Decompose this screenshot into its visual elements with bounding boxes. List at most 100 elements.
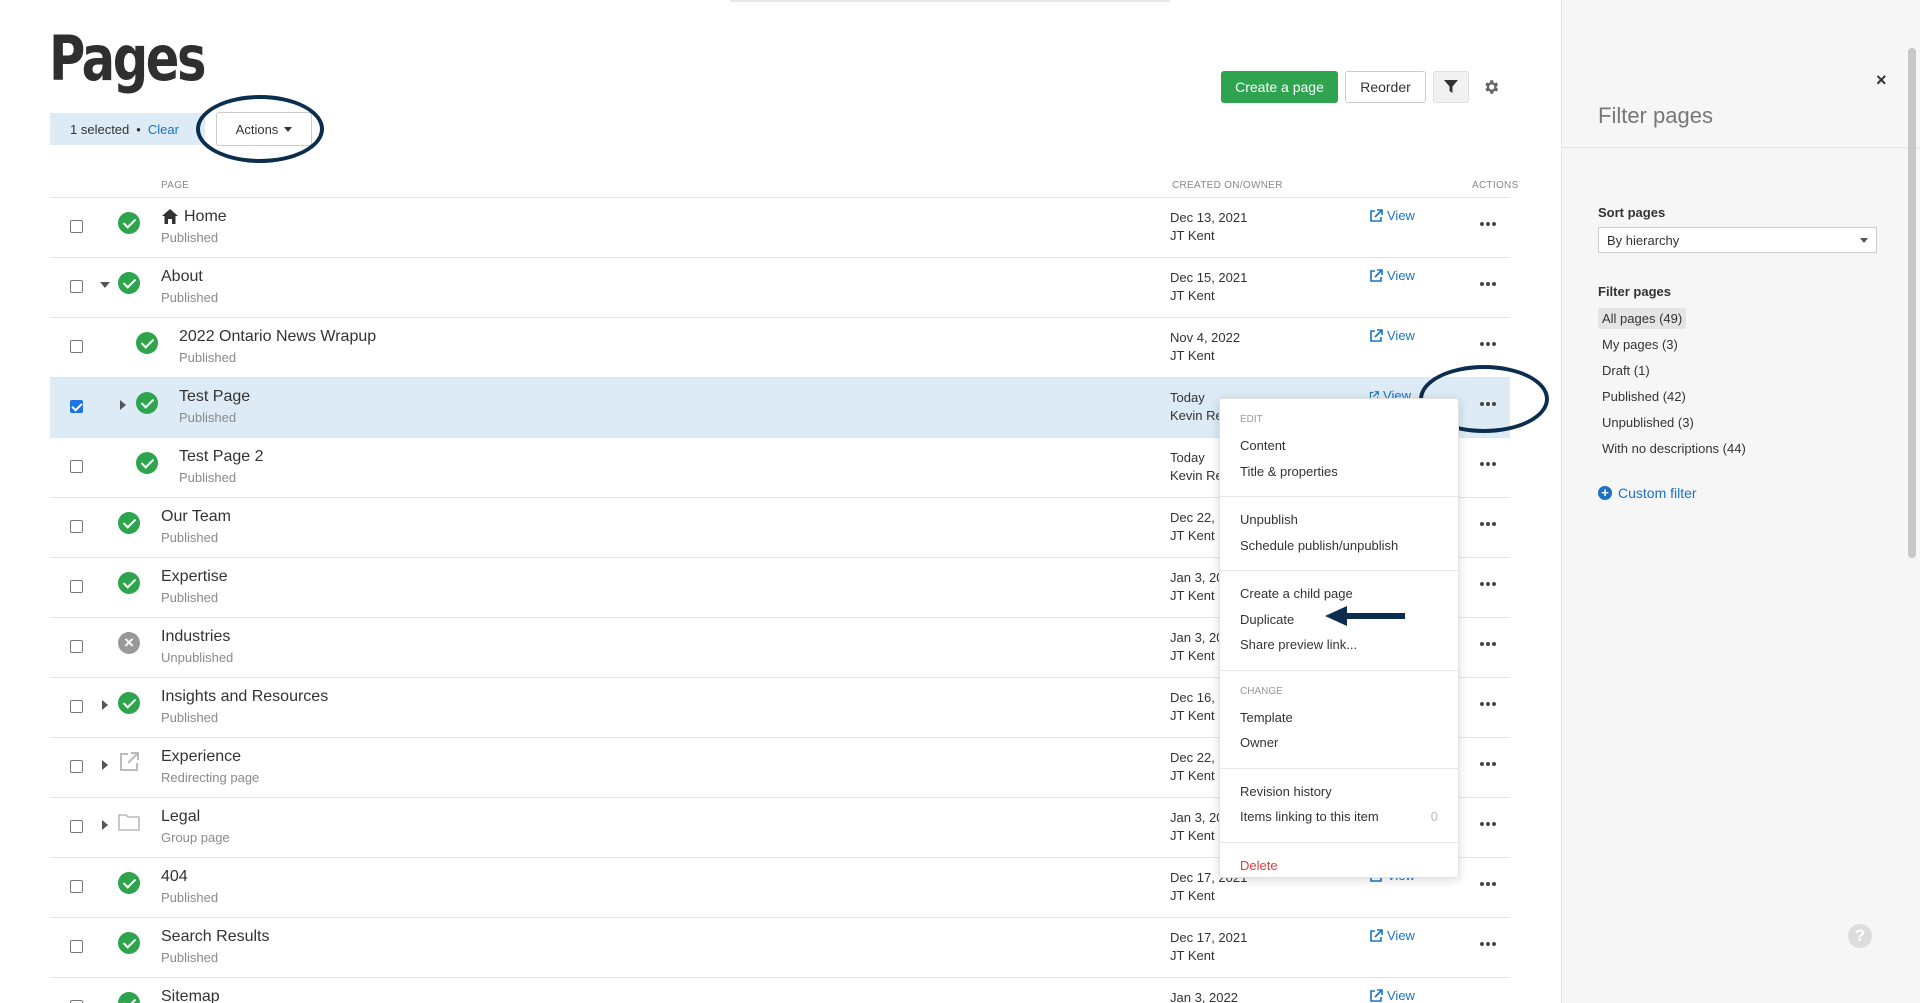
custom-filter-link[interactable]: + Custom filter [1598, 485, 1697, 501]
view-link[interactable]: View [1369, 928, 1415, 943]
table-row[interactable]: Sitemap Jan 3, 2022 View [50, 977, 1510, 1003]
row-actions-button[interactable] [1476, 576, 1500, 592]
row-checkbox[interactable] [70, 220, 83, 233]
page-title-link[interactable]: Experience [161, 748, 241, 766]
menu-item-template[interactable]: Template [1240, 705, 1458, 731]
row-actions-button[interactable] [1476, 636, 1500, 652]
page-title-link[interactable]: Insights and Resources [161, 688, 328, 706]
row-actions-button[interactable] [1476, 816, 1500, 832]
column-header-page[interactable]: PAGE [161, 180, 189, 191]
row-checkbox[interactable] [70, 580, 83, 593]
row-actions-button[interactable] [1476, 696, 1500, 712]
row-actions-button[interactable] [1476, 456, 1500, 472]
row-actions-button[interactable] [1476, 936, 1500, 952]
published-status-icon [136, 332, 158, 354]
menu-item-schedule[interactable]: Schedule publish/unpublish [1240, 533, 1458, 559]
redirect-icon [120, 752, 139, 771]
row-checkbox[interactable] [70, 940, 83, 953]
close-sidebar-button[interactable]: × [1876, 70, 1887, 91]
row-actions-button[interactable] [1476, 876, 1500, 892]
clear-selection-link[interactable]: Clear [148, 122, 179, 137]
page-title-link[interactable]: About [161, 268, 203, 286]
owner-name: JT Kent [1170, 228, 1215, 243]
main-content: Pages 1 selected • Clear Actions Create … [0, 0, 1561, 1003]
row-checkbox[interactable] [70, 460, 83, 473]
help-button[interactable]: ? [1848, 924, 1872, 948]
row-checkbox[interactable] [70, 520, 83, 533]
create-page-button[interactable]: Create a page [1221, 71, 1338, 103]
page-status-text: Published [179, 470, 237, 485]
table-row[interactable]: Search Results Published Dec 17, 2021 JT… [50, 917, 1510, 977]
collapse-toggle-icon[interactable] [100, 282, 110, 288]
view-link[interactable]: View [1369, 208, 1415, 223]
row-checkbox[interactable] [70, 700, 83, 713]
row-actions-button[interactable] [1476, 756, 1500, 772]
menu-item-delete[interactable]: Delete [1240, 853, 1458, 879]
menu-item-content[interactable]: Content [1240, 433, 1458, 459]
row-actions-button[interactable] [1476, 516, 1500, 532]
view-link[interactable]: View [1369, 988, 1415, 1003]
row-checkbox-checked[interactable] [70, 400, 83, 413]
filter-option-unpublished[interactable]: Unpublished (3) [1598, 412, 1698, 433]
expand-toggle-icon[interactable] [102, 700, 108, 710]
page-title-link[interactable]: Test Page 2 [179, 448, 264, 466]
filter-toggle-button[interactable] [1433, 71, 1469, 103]
expand-toggle-icon[interactable] [120, 400, 126, 410]
sidebar-divider [1562, 147, 1920, 148]
column-header-created[interactable]: CREATED ON/OWNER [1172, 180, 1283, 191]
menu-item-create-child[interactable]: Create a child page [1240, 581, 1458, 607]
menu-item-owner[interactable]: Owner [1240, 730, 1458, 756]
page-title-link[interactable]: Legal [161, 808, 200, 826]
filter-option-published[interactable]: Published (42) [1598, 386, 1690, 407]
page-title-link[interactable]: Expertise [161, 568, 228, 586]
row-actions-button[interactable] [1476, 216, 1500, 232]
page-title-link[interactable]: 404 [161, 868, 188, 886]
menu-item-revision-history[interactable]: Revision history [1240, 779, 1458, 805]
linking-count: 0 [1430, 809, 1438, 824]
row-actions-button[interactable] [1476, 336, 1500, 352]
row-checkbox[interactable] [70, 820, 83, 833]
page-title-link[interactable]: 2022 Ontario News Wrapup [179, 328, 376, 346]
filter-option-all[interactable]: All pages (49) [1598, 308, 1687, 329]
expand-toggle-icon[interactable] [102, 820, 108, 830]
view-link[interactable]: View [1369, 268, 1415, 283]
view-link[interactable]: View [1369, 328, 1415, 343]
filter-option-draft[interactable]: Draft (1) [1598, 360, 1654, 381]
page-title-link[interactable]: Test Page [179, 388, 250, 406]
row-checkbox[interactable] [70, 640, 83, 653]
expand-toggle-icon[interactable] [102, 760, 108, 770]
annotation-ellipse-actions [196, 95, 324, 163]
external-link-icon [1370, 928, 1383, 942]
row-checkbox[interactable] [70, 880, 83, 893]
reorder-button[interactable]: Reorder [1345, 71, 1426, 103]
scrollbar[interactable] [1908, 48, 1916, 558]
filter-option-no-descriptions[interactable]: With no descriptions (44) [1598, 438, 1750, 459]
page-status-text: Published [179, 350, 237, 365]
page-title-link[interactable]: Home [184, 208, 227, 226]
menu-item-title-properties[interactable]: Title & properties [1240, 459, 1458, 485]
row-checkbox[interactable] [70, 760, 83, 773]
published-status-icon [118, 272, 140, 294]
sort-select[interactable]: By hierarchy [1598, 227, 1877, 253]
sort-label: Sort pages [1598, 205, 1666, 220]
menu-item-share-preview[interactable]: Share preview link... [1240, 632, 1458, 658]
settings-button[interactable] [1476, 73, 1506, 101]
page-title-link[interactable]: Sitemap [161, 988, 220, 1003]
external-link-icon [1370, 988, 1383, 1002]
table-row[interactable]: About Published Dec 15, 2021 JT Kent Vie… [50, 257, 1510, 317]
page-status-text: Published [161, 590, 219, 605]
filter-option-mine[interactable]: My pages (3) [1598, 334, 1682, 355]
unpublished-status-icon [118, 632, 140, 654]
row-checkbox[interactable] [70, 280, 83, 293]
row-checkbox[interactable] [70, 340, 83, 353]
home-icon [162, 209, 178, 224]
row-actions-button[interactable] [1476, 276, 1500, 292]
menu-group-change: CHANGE Template Owner [1220, 671, 1458, 769]
menu-item-unpublish[interactable]: Unpublish [1240, 507, 1458, 533]
page-title-link[interactable]: Search Results [161, 928, 270, 946]
table-row[interactable]: 2022 Ontario News Wrapup Published Nov 4… [50, 317, 1510, 377]
menu-item-linking[interactable]: Items linking to this item 0 [1240, 804, 1458, 830]
page-title-link[interactable]: Our Team [161, 508, 231, 526]
table-row[interactable]: Home Published Dec 13, 2021 JT Kent View [50, 197, 1510, 257]
page-title-link[interactable]: Industries [161, 628, 230, 646]
